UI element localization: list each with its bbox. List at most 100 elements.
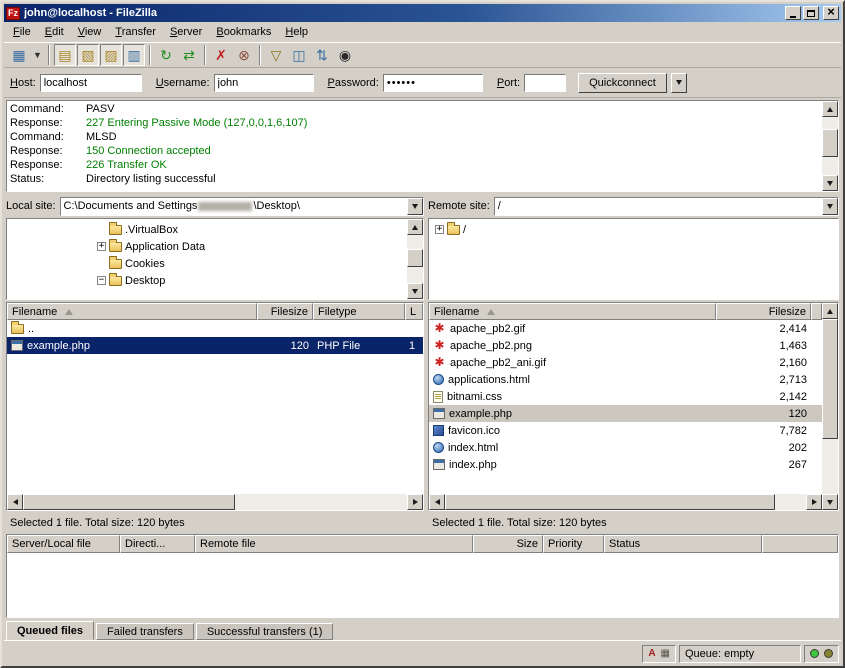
column-header-filename[interactable]: Filename: [7, 303, 257, 320]
remote-file-row-index-html[interactable]: index.html202: [429, 439, 822, 456]
filter-button[interactable]: ▽: [265, 44, 287, 66]
password-input[interactable]: [383, 74, 483, 92]
host-input[interactable]: [40, 74, 142, 92]
tree-collapse-minus-icon[interactable]: −: [97, 276, 106, 285]
tree-expand-plus-icon[interactable]: +: [435, 225, 444, 234]
username-input[interactable]: [214, 74, 314, 92]
quickconnect-dropdown-button[interactable]: [671, 73, 687, 93]
local-site-combo[interactable]: C:\Documents and Settings\Desktop\: [60, 197, 424, 216]
scroll-up-button[interactable]: [822, 101, 838, 117]
port-input[interactable]: [524, 74, 566, 92]
find-button[interactable]: ◉: [334, 44, 356, 66]
scroll-up-button[interactable]: [407, 219, 423, 235]
remote-file-row-example-php[interactable]: example.php120: [429, 405, 822, 422]
sort-ascending-icon: [65, 309, 73, 315]
menu-item-transfer[interactable]: Transfer: [108, 23, 163, 41]
scroll-track[interactable]: [822, 319, 838, 494]
column-header-filetype[interactable]: Filetype: [313, 303, 405, 320]
column-header-filesize[interactable]: Filesize: [257, 303, 313, 320]
tab-failed-transfers[interactable]: Failed transfers: [96, 623, 194, 640]
process-queue-button[interactable]: ⇄: [178, 44, 200, 66]
remote-vertical-scrollbar[interactable]: [822, 303, 838, 510]
tree-item-desktop[interactable]: −Desktop: [7, 272, 407, 289]
column-header-priority[interactable]: Priority: [543, 535, 604, 553]
remote-file-row-applications-html[interactable]: applications.html2,713: [429, 371, 822, 388]
scroll-down-button[interactable]: [407, 283, 423, 299]
scroll-thumb[interactable]: [822, 319, 838, 439]
site-manager-dropdown-button[interactable]: ▼: [31, 44, 44, 66]
local-tree-scrollbar[interactable]: [407, 219, 423, 299]
column-header-l[interactable]: L: [405, 303, 423, 320]
local-site-dropdown-button[interactable]: [407, 198, 423, 215]
scroll-track[interactable]: [407, 235, 423, 283]
local-file-area: FilenameFilesizeFiletypeL .. example.php1…: [6, 302, 424, 511]
tree-item-virtualbox[interactable]: .VirtualBox: [7, 221, 407, 238]
menu-item-edit[interactable]: Edit: [38, 23, 71, 41]
refresh-button[interactable]: ↻: [155, 44, 177, 66]
menu-item-view[interactable]: View: [71, 23, 109, 41]
tree-item-cookies[interactable]: Cookies: [7, 255, 407, 272]
tree-expand-plus-icon[interactable]: +: [97, 242, 106, 251]
compare-button[interactable]: ◫: [288, 44, 310, 66]
remote-file-row-apache-pb2-png[interactable]: ✱apache_pb2.png1,463: [429, 337, 822, 354]
status-indicator-icon-1[interactable]: A: [648, 649, 655, 659]
minimize-button[interactable]: [785, 6, 801, 20]
scroll-left-button[interactable]: [7, 494, 23, 510]
scroll-right-button[interactable]: [407, 494, 423, 510]
scroll-up-button[interactable]: [822, 303, 838, 319]
remote-horizontal-scrollbar[interactable]: [429, 494, 822, 510]
remote-site-dropdown-button[interactable]: [822, 198, 838, 215]
cancel-button[interactable]: ✗: [210, 44, 232, 66]
remote-file-row-bitnami-css[interactable]: bitnami.css2,142: [429, 388, 822, 405]
scroll-down-button[interactable]: [822, 494, 838, 510]
column-header-size[interactable]: Size: [473, 535, 543, 553]
menu-item-help[interactable]: Help: [278, 23, 315, 41]
scroll-thumb[interactable]: [445, 494, 775, 510]
site-manager-button[interactable]: ▦: [8, 44, 30, 66]
tab-queued-files[interactable]: Queued files: [6, 621, 94, 640]
menu-item-server[interactable]: Server: [163, 23, 209, 41]
scroll-thumb[interactable]: [23, 494, 235, 510]
local-horizontal-scrollbar[interactable]: [7, 494, 423, 510]
column-header-filename[interactable]: Filename: [429, 303, 716, 320]
disconnect-button[interactable]: ⊗: [233, 44, 255, 66]
tree-item-item[interactable]: +/: [429, 221, 838, 238]
remote-file-row-apache-pb2-ani-gif[interactable]: ✱apache_pb2_ani.gif2,160: [429, 354, 822, 371]
menu-item-file[interactable]: File: [6, 23, 38, 41]
title-bar[interactable]: Fz john@localhost - FileZilla: [4, 4, 841, 22]
scroll-left-button[interactable]: [429, 494, 445, 510]
column-header-filesize[interactable]: Filesize: [716, 303, 811, 320]
quickconnect-button[interactable]: Quickconnect: [578, 73, 667, 93]
filename-text: ..: [28, 323, 34, 335]
close-button[interactable]: [823, 6, 839, 20]
local-file-row-example-php[interactable]: example.php120PHP File1: [7, 337, 423, 354]
column-header-server-local-file[interactable]: Server/Local file: [7, 535, 120, 553]
local-file-row-item[interactable]: ..: [7, 320, 423, 337]
toggle-queue-button[interactable]: ▥: [123, 44, 145, 66]
scroll-thumb[interactable]: [407, 249, 423, 267]
menu-item-bookmarks[interactable]: Bookmarks: [209, 23, 278, 41]
remote-file-row-apache-pb2-gif[interactable]: ✱apache_pb2.gif2,414: [429, 320, 822, 337]
scroll-thumb[interactable]: [822, 129, 838, 157]
toggle-message-log-button[interactable]: ▤: [54, 44, 76, 66]
toggle-remote-tree-button[interactable]: ▨: [100, 44, 122, 66]
column-header-directi[interactable]: Directi...: [120, 535, 195, 553]
column-header-status[interactable]: Status: [604, 535, 762, 553]
scroll-down-button[interactable]: [822, 175, 838, 191]
queue-body[interactable]: [7, 553, 838, 617]
remote-file-row-index-php[interactable]: index.php267: [429, 456, 822, 473]
column-header-remote-file[interactable]: Remote file: [195, 535, 473, 553]
toggle-local-tree-button[interactable]: ▧: [77, 44, 99, 66]
sync-browsing-button[interactable]: ⇅: [311, 44, 333, 66]
remote-file-row-favicon-ico[interactable]: favicon.ico7,782: [429, 422, 822, 439]
tab-successful-transfers-1[interactable]: Successful transfers (1): [196, 623, 334, 640]
maximize-button[interactable]: [803, 6, 819, 20]
scroll-track[interactable]: [23, 494, 407, 510]
scroll-track[interactable]: [822, 117, 838, 175]
scroll-right-button[interactable]: [806, 494, 822, 510]
scroll-track[interactable]: [445, 494, 806, 510]
log-scrollbar[interactable]: [822, 101, 838, 191]
remote-site-combo[interactable]: /: [494, 197, 839, 216]
tree-item-application-data[interactable]: +Application Data: [7, 238, 407, 255]
status-indicator-icon-2[interactable]: ▦: [661, 649, 670, 659]
